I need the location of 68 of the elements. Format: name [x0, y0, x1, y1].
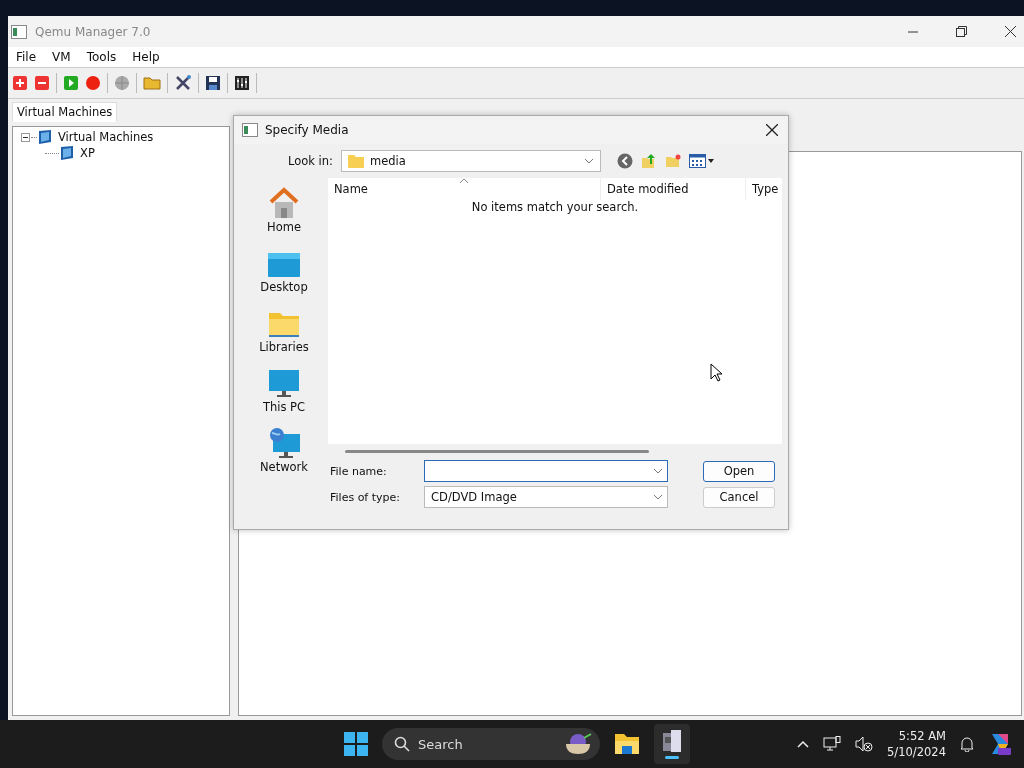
new-folder-icon[interactable]: [664, 153, 681, 169]
tree-item[interactable]: Virtual Machines: [53, 130, 154, 144]
remove-icon[interactable]: [34, 75, 50, 91]
monitor-icon: [60, 145, 74, 161]
back-icon[interactable]: [616, 153, 633, 169]
house-icon: [267, 187, 301, 219]
view-menu-icon[interactable]: [688, 154, 715, 168]
network-icon: [267, 427, 301, 459]
menu-item[interactable]: Tools: [78, 50, 125, 64]
menu-item[interactable]: Help: [124, 50, 168, 64]
up-folder-icon[interactable]: [640, 153, 657, 169]
menu-item[interactable]: VM: [44, 50, 79, 64]
stop-icon[interactable]: [85, 75, 101, 91]
cancel-button[interactable]: Cancel: [703, 486, 775, 508]
file-name-field[interactable]: [424, 460, 668, 482]
dropdown-caret-icon: [653, 468, 663, 474]
mixer-icon[interactable]: [234, 75, 250, 91]
clock-time: 5:52 AM: [898, 728, 946, 744]
tab[interactable]: Virtual Machines: [12, 102, 118, 122]
column-header[interactable]: Type: [745, 178, 782, 200]
close-icon[interactable]: [1005, 26, 1016, 37]
play-icon[interactable]: [63, 75, 79, 91]
file-type-dropdown[interactable]: CD/DVD Image: [424, 486, 668, 508]
folder-icon: [267, 311, 301, 339]
bell-icon[interactable]: [960, 736, 974, 752]
chevron-up-icon[interactable]: [797, 740, 810, 748]
look-in-label: Look in:: [288, 154, 333, 168]
scrollbar-thumb[interactable]: [345, 449, 649, 453]
place-item[interactable]: Network: [240, 422, 328, 474]
column-header[interactable]: Date modified: [600, 178, 745, 200]
clock-date: 5/10/2024: [887, 744, 946, 760]
close-icon[interactable]: [766, 124, 778, 136]
taskbar-app-icon[interactable]: [654, 724, 690, 764]
desktop-icon: [267, 251, 301, 279]
place-item[interactable]: Home: [240, 182, 328, 234]
bowl-icon: [564, 732, 594, 756]
files-of-type-label: Files of type:: [329, 490, 401, 504]
dropdown-caret-icon: [583, 158, 594, 164]
restore-icon[interactable]: [956, 26, 967, 37]
add-icon[interactable]: [12, 75, 28, 91]
window-title: Qemu Manager 7.0: [35, 24, 151, 39]
look-in-dropdown[interactable]: media: [340, 150, 601, 172]
sort-caret-icon: [459, 178, 469, 184]
windows-icon[interactable]: [344, 732, 368, 756]
place-item[interactable]: Desktop: [240, 242, 328, 294]
open-button[interactable]: Open: [703, 460, 775, 482]
network-icon[interactable]: [823, 736, 842, 752]
file-name-label: File name:: [329, 464, 388, 478]
menu-item[interactable]: File: [8, 50, 45, 64]
empty-message: No items match your search.: [470, 200, 640, 214]
app-icon: [11, 24, 27, 39]
collapse-icon[interactable]: [21, 132, 30, 142]
mouse-pointer-icon: [710, 363, 722, 382]
app-icon: [242, 123, 258, 137]
dropdown-caret-icon: [653, 494, 663, 500]
tree-item[interactable]: XP: [75, 146, 95, 160]
folder-icon: [347, 154, 364, 168]
speaker-muted-icon[interactable]: [855, 736, 874, 752]
dialog-title: Specify Media: [265, 123, 349, 137]
place-item[interactable]: This PC: [240, 362, 328, 414]
monitor-icon: [267, 369, 301, 399]
save-icon[interactable]: [205, 75, 221, 91]
search-icon: [394, 736, 410, 752]
column-header[interactable]: Name: [328, 178, 600, 200]
folder-icon[interactable]: [614, 733, 640, 755]
search-field[interactable]: Search: [382, 728, 600, 760]
monitor-icon: [38, 129, 52, 145]
place-item[interactable]: Libraries: [240, 302, 328, 354]
